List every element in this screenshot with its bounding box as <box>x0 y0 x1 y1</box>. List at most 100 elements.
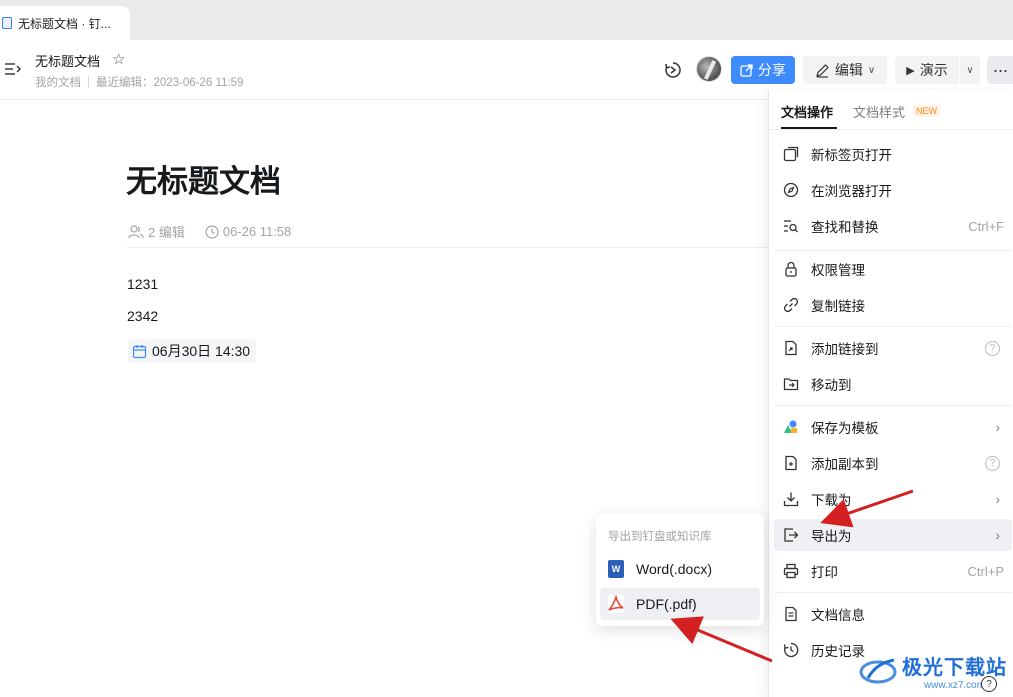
menu-item-save-as-template[interactable]: 保存为模板 › <box>774 411 1012 443</box>
divider <box>774 592 1012 593</box>
pdf-file-icon <box>608 595 624 613</box>
avatar[interactable] <box>696 56 722 82</box>
history-sync-icon[interactable] <box>664 61 682 79</box>
menu-item-add-link-to[interactable]: 添加链接到 ? <box>774 332 1012 364</box>
browser-tab-title: 无标题文档 · 钉... <box>18 16 111 31</box>
export-icon <box>784 528 799 542</box>
menu-item-print[interactable]: 打印 Ctrl+P <box>774 555 1012 587</box>
menu-item-label: 保存为模板 <box>811 421 879 436</box>
menu-item-add-copy-to[interactable]: 添加副本到 ? <box>774 447 1012 479</box>
shortcut-hint: Ctrl+F <box>968 218 1004 234</box>
present-button[interactable]: ▶ 演示 <box>895 56 959 84</box>
present-options-button[interactable]: ∨ <box>960 56 980 84</box>
export-word-label: Word(.docx) <box>636 561 712 577</box>
history-icon <box>783 642 799 658</box>
help-icon[interactable]: ? <box>981 676 997 692</box>
date-chip-text: 06月30日 14:30 <box>152 343 251 359</box>
doc-title[interactable]: 无标题文档 <box>35 51 100 70</box>
play-icon: ▶ <box>906 64 915 77</box>
share-button[interactable]: 分享 <box>731 56 795 84</box>
download-icon <box>783 492 799 507</box>
help-icon[interactable]: ? <box>985 455 1000 471</box>
last-edit-time: 最近编辑：2023-06-26 11:59 <box>96 77 244 89</box>
doc-favicon-icon <box>2 17 12 29</box>
paragraph[interactable]: 1231 <box>127 276 158 292</box>
divider <box>126 247 768 248</box>
present-label: 演示 <box>919 62 948 78</box>
link-icon <box>783 297 799 313</box>
add-link-icon <box>785 340 797 356</box>
help-icon[interactable]: ? <box>985 340 1000 356</box>
calendar-icon <box>132 344 147 358</box>
menu-item-download-as[interactable]: 下载为 › <box>774 483 1012 515</box>
more-icon: ··· <box>992 59 1009 80</box>
updated-time: 06-26 11:58 <box>222 224 292 239</box>
menu-item-label: 新标签页打开 <box>811 148 892 163</box>
date-chip[interactable]: 06月30日 14:30 <box>128 339 257 363</box>
pen-icon <box>815 63 829 78</box>
doc-subtitle: 我的文档 | 最近编辑：2023-06-26 11:59 <box>35 74 243 90</box>
submenu-header: 导出到钉盘或知识库 <box>608 531 712 543</box>
new-badge: NEW <box>913 105 940 117</box>
menu-item-label: 文档信息 <box>811 608 865 623</box>
divider <box>774 405 1012 406</box>
divider: | <box>87 76 90 88</box>
document-heading[interactable]: 无标题文档 <box>126 156 281 201</box>
tab-document-actions[interactable]: 文档操作 <box>781 102 833 121</box>
move-folder-icon <box>783 378 799 391</box>
chevron-right-icon: › <box>995 491 1000 507</box>
paragraph[interactable]: 2342 <box>127 308 158 324</box>
document-meta: 2 编辑 06-26 11:58 <box>128 222 291 241</box>
chevron-right-icon: › <box>995 527 1000 543</box>
export-submenu: 导出到钉盘或知识库 W Word(.docx) PDF(.pdf) <box>596 514 764 626</box>
star-icon[interactable]: ☆ <box>112 50 125 68</box>
more-button[interactable]: ··· <box>987 56 1013 84</box>
compass-icon <box>783 182 799 198</box>
menu-item-copy-link[interactable]: 复制链接 <box>774 289 1012 321</box>
find-replace-icon <box>784 220 798 233</box>
menu-item-label: 权限管理 <box>811 263 865 278</box>
menu-item-label: 添加链接到 <box>811 342 879 357</box>
template-icon <box>784 420 797 433</box>
chevron-right-icon: › <box>995 419 1000 435</box>
menu-item-doc-info[interactable]: 文档信息 <box>774 598 1012 630</box>
menu-item-export-as[interactable]: 导出为 › <box>774 519 1012 551</box>
copy-icon <box>785 455 797 471</box>
menu-item-label: 添加副本到 <box>811 457 879 472</box>
menu-item-open-new-tab[interactable]: 新标签页打开 <box>774 138 1012 170</box>
menu-item-label: 打印 <box>811 565 838 580</box>
menu-item-label: 导出为 <box>811 529 852 544</box>
tab-document-style[interactable]: 文档样式 <box>853 102 905 121</box>
chevron-down-icon: ∨ <box>867 64 876 76</box>
users-icon <box>128 224 144 238</box>
lock-icon <box>785 261 797 277</box>
print-icon <box>783 563 799 579</box>
menu-item-open-browser[interactable]: 在浏览器打开 <box>774 174 1012 206</box>
export-pdf-option[interactable]: PDF(.pdf) <box>600 588 760 620</box>
shortcut-hint: Ctrl+P <box>967 563 1004 579</box>
edit-mode-button[interactable]: 编辑 ∨ <box>803 56 887 84</box>
chevron-down-icon: ∨ <box>966 64 974 76</box>
menu-item-label: 复制链接 <box>811 299 865 314</box>
menu-item-move-to[interactable]: 移动到 <box>774 368 1012 400</box>
share-label: 分享 <box>758 62 786 78</box>
clock-icon <box>205 224 219 239</box>
breadcrumb[interactable]: 我的文档 <box>35 74 81 90</box>
watermark-logo-icon <box>859 658 897 684</box>
browser-tabstrip: 无标题文档 · 钉... <box>0 0 1013 40</box>
divider <box>774 326 1012 327</box>
active-tab-indicator <box>781 127 837 129</box>
edit-label: 编辑 <box>834 62 863 78</box>
export-word-option[interactable]: W Word(.docx) <box>600 553 760 585</box>
menu-item-label: 下载为 <box>811 493 852 508</box>
menu-item-permissions[interactable]: 权限管理 <box>774 253 1012 285</box>
editors-count: 2 编辑 <box>148 225 185 240</box>
new-tab-icon <box>783 146 799 162</box>
sidebar-toggle-icon[interactable] <box>4 60 22 78</box>
export-pdf-label: PDF(.pdf) <box>636 596 697 612</box>
menu-item-find-replace[interactable]: 查找和替换 Ctrl+F <box>774 210 1012 242</box>
divider <box>774 250 1012 251</box>
word-file-icon: W <box>608 560 624 578</box>
browser-tab[interactable]: 无标题文档 · 钉... <box>0 6 130 40</box>
menu-item-label: 查找和替换 <box>811 220 879 235</box>
